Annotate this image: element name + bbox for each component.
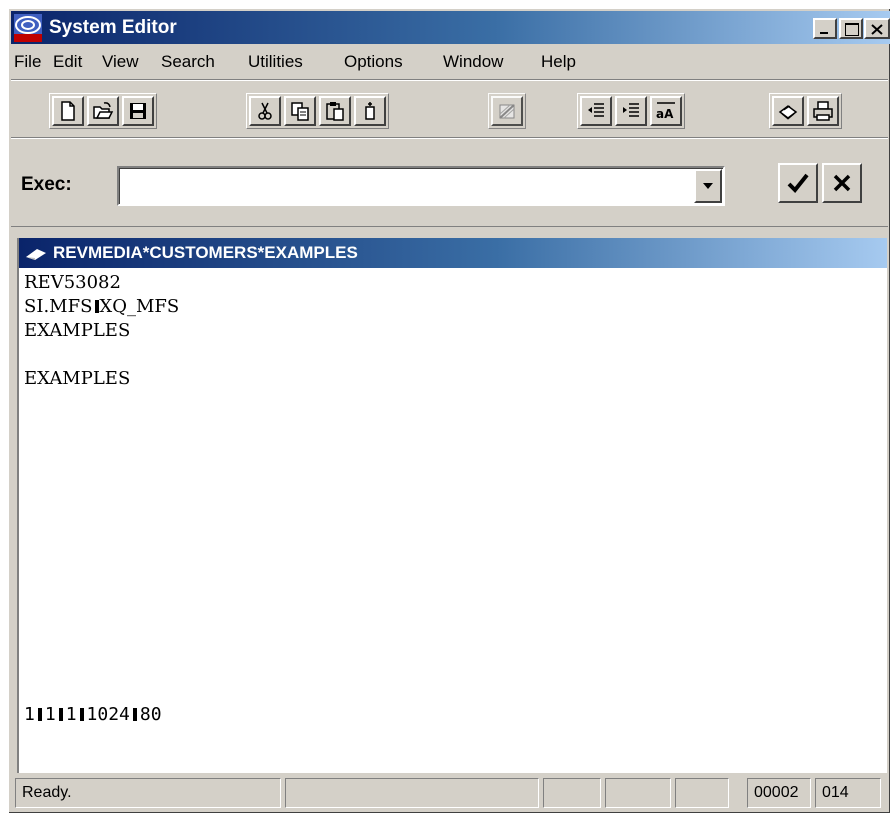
record-line-2-part-2: XQ_MFS [99, 296, 180, 317]
case-convert-button[interactable]: aA [650, 96, 682, 126]
clipboard-button-group [246, 93, 389, 129]
cut-scissors-icon [258, 102, 272, 120]
format-button-group: aA [577, 93, 685, 129]
print-button[interactable] [807, 96, 839, 126]
exec-bar: Exec: [11, 141, 888, 227]
status-line-number: 00002 [747, 778, 811, 808]
status-column-number: 014 [815, 778, 881, 808]
printer-icon [813, 101, 833, 121]
paste-icon [326, 102, 344, 121]
maximize-icon [845, 23, 859, 36]
status-pane-3 [543, 778, 601, 808]
checkmark-icon [787, 173, 809, 193]
record-line-1: REV53082 [24, 272, 121, 293]
last-line-value-3: 1 [65, 704, 77, 725]
x-close-icon [833, 174, 851, 192]
app-logo-icon [14, 14, 42, 42]
print-setup-icon [778, 105, 798, 120]
exec-input[interactable] [121, 170, 695, 202]
copy-icon [291, 102, 309, 121]
exec-cancel-button[interactable] [822, 163, 862, 203]
open-file-button[interactable] [87, 96, 119, 126]
status-bar: Ready. 00002 014 [11, 773, 888, 811]
menu-help[interactable]: Help [541, 52, 576, 72]
close-window-button[interactable] [864, 18, 890, 39]
menu-view[interactable]: View [102, 52, 139, 72]
save-button[interactable] [122, 96, 154, 126]
status-pane-4 [605, 778, 671, 808]
record-last-line: 1 1 1 1024 80 [24, 704, 162, 725]
menu-search[interactable]: Search [161, 52, 215, 72]
field-mark [79, 708, 84, 721]
field-mark [37, 708, 42, 721]
maximize-button[interactable] [839, 18, 863, 39]
title-bar[interactable]: System Editor [11, 11, 890, 44]
record-line-3: EXAMPLES [24, 320, 131, 341]
record-line-2-part-1: SI.MFS [24, 296, 93, 317]
document-title-bar[interactable]: REVMEDIA*CUSTOMERS*EXAMPLES [19, 238, 887, 268]
status-text: Ready. [15, 778, 281, 808]
outdent-icon [588, 103, 604, 117]
insert-button[interactable] [354, 96, 386, 126]
exec-combobox[interactable] [117, 166, 725, 206]
status-pane-2 [285, 778, 539, 808]
last-line-value-1: 1 [24, 704, 35, 725]
paste-button[interactable] [319, 96, 351, 126]
new-file-icon [61, 101, 75, 121]
menu-file[interactable]: File [14, 52, 41, 72]
new-file-button[interactable] [52, 96, 84, 126]
compile-icon [499, 104, 515, 119]
menu-bar: File Edit View Search Utilities Options … [11, 47, 888, 77]
case-convert-icon: aA [656, 102, 675, 121]
field-mark [132, 708, 137, 721]
svg-text:aA: aA [656, 107, 674, 121]
indent-button[interactable] [615, 96, 647, 126]
menu-utilities[interactable]: Utilities [248, 52, 303, 72]
menu-options[interactable]: Options [344, 52, 403, 72]
chevron-down-icon [703, 183, 713, 189]
open-folder-icon [93, 102, 114, 119]
document-icon [26, 249, 46, 260]
compile-button[interactable] [491, 96, 523, 126]
close-icon [871, 24, 883, 35]
outdent-button[interactable] [580, 96, 612, 126]
minimize-button[interactable] [813, 18, 837, 39]
insert-icon [365, 102, 375, 120]
cut-button[interactable] [249, 96, 281, 126]
last-line-value-2: 1 [44, 704, 56, 725]
field-mark [58, 708, 63, 721]
copy-button[interactable] [284, 96, 316, 126]
document-window[interactable]: REVMEDIA*CUSTOMERS*EXAMPLES REV53082 SI.… [17, 238, 887, 773]
status-pane-5 [675, 778, 729, 808]
last-line-value-5: 80 [139, 704, 162, 725]
minimize-icon [820, 32, 828, 34]
indent-icon [623, 103, 639, 117]
record-line-2: SI.MFS XQ_MFS [24, 296, 179, 317]
print-button-group [769, 93, 842, 129]
system-editor-window: System Editor File Edit View Search Util… [8, 8, 890, 813]
menu-window[interactable]: Window [443, 52, 503, 72]
window-title: System Editor [49, 17, 177, 38]
last-line-value-4: 1024 [86, 704, 130, 725]
exec-dropdown-button[interactable] [694, 169, 722, 203]
exec-ok-button[interactable] [778, 163, 818, 203]
save-disk-icon [130, 103, 146, 119]
compile-button-group [488, 93, 526, 129]
file-button-group [49, 93, 157, 129]
record-line-5: EXAMPLES [24, 368, 131, 389]
menu-edit[interactable]: Edit [53, 52, 82, 72]
toolbar: aA [11, 79, 888, 139]
print-setup-button[interactable] [772, 96, 804, 126]
document-title: REVMEDIA*CUSTOMERS*EXAMPLES [53, 243, 358, 262]
exec-label: Exec: [21, 174, 72, 195]
